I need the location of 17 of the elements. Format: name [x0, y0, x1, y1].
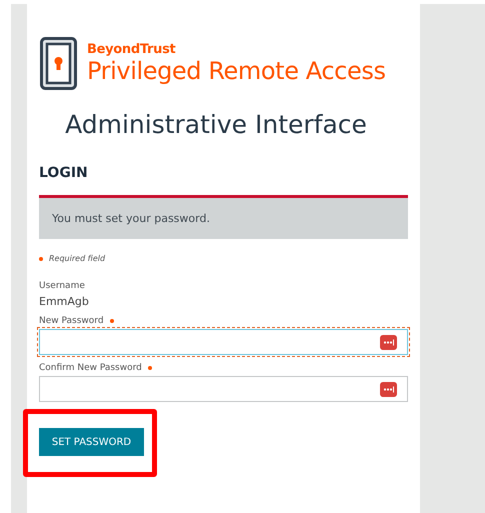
set-password-button[interactable]: SET PASSWORD	[39, 428, 144, 456]
password-manager-icon[interactable]	[380, 334, 397, 350]
required-dot-icon	[39, 256, 43, 260]
section-heading: LOGIN	[39, 165, 89, 181]
field-label: Confirm New Password	[39, 363, 142, 373]
required-note: Required field	[49, 254, 106, 263]
username-value: EmmAgb	[39, 295, 90, 308]
field-label: Username	[39, 281, 86, 291]
lock-logo-icon	[40, 37, 77, 90]
field-label: New Password	[39, 316, 104, 326]
password-field[interactable]	[39, 329, 408, 355]
product-name: Privileged Remote Access	[87, 56, 386, 84]
company-name: BeyondTrust	[87, 42, 176, 56]
password-field[interactable]	[39, 376, 408, 402]
alert-message: You must set your password.	[52, 212, 210, 225]
password-manager-icon[interactable]	[380, 382, 397, 396]
page-title: Administrative Interface	[64, 110, 368, 139]
